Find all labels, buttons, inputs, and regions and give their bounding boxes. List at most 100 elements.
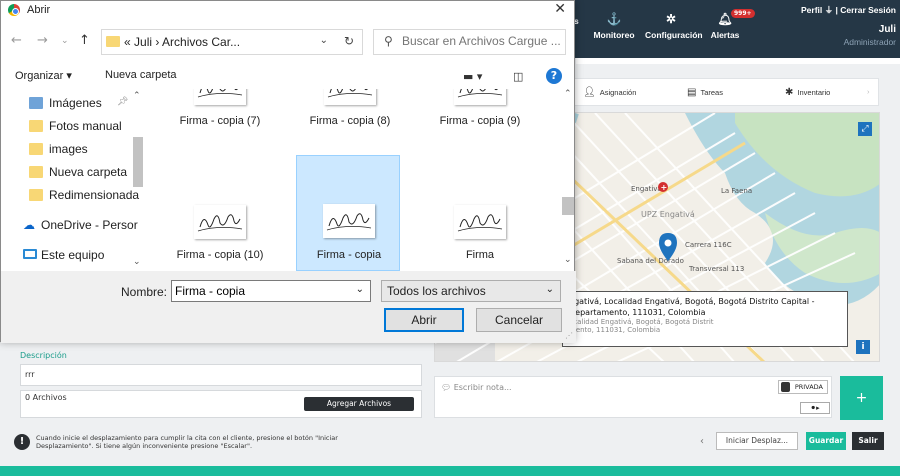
file-item[interactable]: Firma - copia (7) [168, 89, 272, 139]
nav-item-configuracion[interactable]: ✲ Configuración [645, 12, 703, 40]
map-expand-icon[interactable]: ⤢ [858, 122, 872, 136]
back-arrow-icon[interactable]: ← [11, 33, 22, 48]
tools-icon: ✱ [785, 87, 794, 98]
detail-tabs: 👤︎ Asignación ▤ Tareas ✱ Inventario › [574, 78, 879, 106]
dialog-title: Abrir [27, 4, 51, 16]
person-icon: 👤︎ [583, 87, 596, 98]
bottom-stripe [0, 466, 900, 476]
folder-icon [29, 166, 43, 178]
folder-icon [29, 120, 43, 132]
map-label: Carrera 116C [685, 241, 732, 249]
file-type-select[interactable]: Todos los archivos ⌄ [381, 280, 561, 302]
chevron-down-icon[interactable]: ⌄ [320, 35, 328, 46]
tooltip-sub-2: mento, 111031, Colombia [569, 326, 661, 334]
up-arrow-icon[interactable]: ↑ [79, 33, 90, 48]
subbar [576, 58, 900, 64]
exit-button[interactable]: Salir [852, 432, 884, 450]
file-item[interactable]: Firma [428, 199, 532, 271]
file-name: Firma - copia (7) [179, 115, 261, 127]
map-label: Transversal 113 [688, 265, 744, 273]
search-input[interactable] [402, 34, 562, 48]
filename-combobox[interactable]: ⌄ [171, 280, 371, 302]
signature-thumbnail [454, 89, 506, 105]
add-files-button[interactable]: Agregar Archivos [304, 397, 414, 411]
folder-icon [29, 189, 43, 201]
refresh-icon[interactable]: ↻ [344, 34, 354, 48]
camera-toggle[interactable]: ⚫︎▸ [800, 402, 830, 414]
file-name: Firma - copia [316, 249, 382, 261]
dialog-bottom: Nombre: ⌄ Todos los archivos ⌄ Abrir Can… [1, 271, 576, 343]
file-name: Firma - copia (8) [309, 115, 391, 127]
logout-link[interactable]: Cerrar Sesión [840, 5, 896, 15]
file-name: Firma - copia (9) [439, 115, 521, 127]
file-list: Firma - copia (7) Firma - copia (8) Firm… [148, 89, 561, 271]
signature-thumbnail [454, 205, 506, 239]
file-item-selected[interactable]: Firma - copia [296, 155, 400, 271]
map-label: Sabana del Dorado [617, 257, 684, 265]
new-folder-button[interactable]: Nueva carpeta [105, 69, 177, 81]
computer-icon [23, 249, 37, 259]
folder-icon [106, 36, 120, 47]
signature-thumbnail [323, 204, 375, 238]
file-item[interactable]: Firma - copia (9) [428, 89, 532, 139]
note-input[interactable]: 💬︎ Escribir nota... [434, 376, 832, 418]
map-label: La Faena [721, 187, 752, 195]
signature-thumbnail [324, 89, 376, 105]
save-button[interactable]: Guardar [806, 432, 846, 450]
file-scrollbar[interactable]: ⌃ ⌄ [561, 89, 575, 271]
dialog-titlebar: Abrir ✕ [1, 1, 576, 21]
nav-scrollbar-thumb[interactable] [133, 137, 143, 187]
map-label: Engativá [631, 185, 662, 193]
tab-asignacion[interactable]: 👤︎ Asignación [583, 87, 636, 98]
tab-tareas[interactable]: ▤ Tareas [687, 87, 723, 98]
filename-label: Nombre: [121, 285, 168, 299]
chevron-down-icon: ⌄ [545, 284, 554, 295]
tooltip-address: ngativá, Localidad Engativá, Bogotá, Bog… [569, 297, 815, 306]
pictures-icon [29, 97, 43, 109]
map-info-icon[interactable]: i [856, 340, 870, 354]
note-placeholder: Escribir nota... [453, 383, 512, 392]
signature-thumbnail [194, 89, 246, 105]
resize-grip-icon[interactable]: ⋰ [565, 331, 573, 340]
tab-inventario[interactable]: ✱ Inventario [785, 87, 830, 98]
preview-pane-icon[interactable]: ◫ [513, 70, 523, 83]
search-box[interactable]: ⚲ [373, 29, 566, 55]
address-row: ← → ⌄ ↑ « Juli › Archivos Car... ⌄ ↻ ⚲ [1, 23, 576, 61]
breadcrumb-juli[interactable]: Juli [134, 35, 152, 49]
chevron-left-icon[interactable]: ‹ [700, 436, 704, 447]
help-icon[interactable]: ? [546, 68, 562, 84]
nav-item-monitoreo[interactable]: ⚓ Monitoreo [593, 12, 635, 40]
close-icon[interactable]: ✕ [554, 1, 566, 17]
nav-scrollbar[interactable]: ⌃ ⌄ [131, 91, 145, 271]
cloud-icon: ☁ [23, 218, 35, 232]
chat-icon: 💬︎ [441, 383, 452, 392]
view-options-icon[interactable]: ▬ ▾ [463, 70, 482, 83]
breadcrumb-folder[interactable]: Archivos Car... [162, 35, 240, 49]
user-name: Juli [878, 24, 896, 35]
tabs-next-icon[interactable]: › [867, 87, 870, 96]
recent-dropdown-icon[interactable]: ⌄ [61, 36, 69, 46]
map-label: UPZ Engativá [641, 210, 695, 219]
file-scrollbar-thumb[interactable] [562, 197, 574, 215]
chevron-down-icon[interactable]: ⌄ [356, 284, 364, 295]
file-item[interactable]: Firma - copia (10) [168, 199, 272, 271]
private-toggle[interactable]: PRIVADA [778, 380, 828, 394]
filename-input[interactable] [175, 284, 345, 298]
cancel-button[interactable]: Cancelar [476, 308, 562, 332]
address-bar[interactable]: « Juli › Archivos Car... ⌄ ↻ [101, 29, 363, 55]
tooltip-address-2: Departamento, 111031, Colombia [569, 308, 706, 317]
profile-link[interactable]: Perfil [801, 5, 822, 15]
folder-icon [29, 143, 43, 155]
svg-text:+: + [661, 183, 668, 192]
open-button[interactable]: Abrir [384, 308, 464, 332]
start-travel-button[interactable]: Iniciar Desplaz... [716, 432, 798, 450]
map-tooltip: ngativá, Localidad Engativá, Bogotá, Bog… [562, 291, 848, 347]
description-field[interactable]: rrr [20, 364, 422, 386]
add-note-button[interactable]: + [840, 376, 883, 420]
organize-button[interactable]: Organizar ▾ [15, 69, 72, 82]
footnote: Cuando inicie el desplazamiento para cum… [36, 434, 338, 450]
file-item[interactable]: Firma - copia (8) [298, 89, 402, 139]
forward-arrow-icon[interactable]: → [37, 33, 48, 48]
chrome-icon [8, 4, 20, 16]
user-role: Administrador [843, 37, 896, 47]
